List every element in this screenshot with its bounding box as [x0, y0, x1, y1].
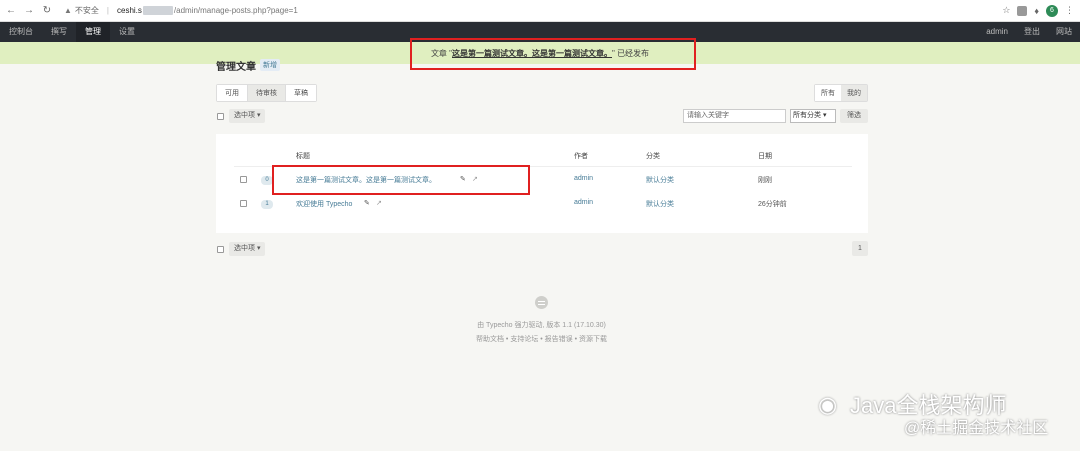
- filter-row: 可用 待审核 草稿 所有 我的: [216, 84, 868, 102]
- address-bar[interactable]: ▲ 不安全 | ceshi.s /admin/manage-posts.php?…: [64, 5, 298, 16]
- scope-tabs: 所有 我的: [814, 84, 868, 102]
- post-author-link[interactable]: admin: [574, 175, 593, 182]
- select-all-checkbox-bottom[interactable]: [217, 246, 224, 253]
- operations-row: 选中项 ▾ 请输入关键字 所有分类 ▾ 筛选: [216, 108, 868, 124]
- external-link-icon[interactable]: ↗: [376, 199, 382, 207]
- column-header-title: 标题: [296, 153, 310, 160]
- footer-links[interactable]: 帮助文档 • 支持论坛 • 报告错误 • 资源下载: [0, 334, 1080, 344]
- forward-icon[interactable]: →: [22, 4, 36, 18]
- url-separator: |: [106, 6, 109, 15]
- back-icon[interactable]: ←: [4, 4, 18, 18]
- user-link[interactable]: admin: [978, 22, 1016, 42]
- edit-pencil-icon[interactable]: ✎: [364, 199, 370, 207]
- category-select[interactable]: 所有分类 ▾: [790, 109, 836, 123]
- puzzle-icon[interactable]: ♦: [1034, 6, 1039, 16]
- page-number[interactable]: 1: [852, 241, 868, 256]
- new-post-button[interactable]: 新增: [260, 59, 280, 71]
- tab-draft[interactable]: 草稿: [286, 85, 316, 101]
- tab-all[interactable]: 所有: [815, 85, 841, 101]
- typecho-logo-icon: [535, 296, 548, 309]
- category-select-value: 所有分类: [793, 112, 821, 119]
- profile-avatar[interactable]: 6: [1046, 4, 1058, 17]
- star-icon[interactable]: ☆: [1002, 5, 1010, 16]
- menu-settings[interactable]: 设置: [110, 22, 144, 42]
- selected-actions-label: 选中项: [234, 112, 255, 119]
- tab-pending[interactable]: 待审核: [248, 85, 286, 101]
- row-checkbox[interactable]: [240, 176, 247, 183]
- wechat-icon: ◉: [818, 392, 838, 417]
- url-host: ceshi.s: [117, 6, 142, 15]
- tab-mine[interactable]: 我的: [841, 85, 867, 101]
- post-category-link[interactable]: 默认分类: [646, 199, 674, 209]
- extension-icon[interactable]: [1017, 5, 1028, 16]
- logout-link[interactable]: 登出: [1016, 22, 1048, 42]
- status-tabs: 可用 待审核 草稿: [216, 84, 317, 102]
- selected-actions-dropdown[interactable]: 选中项 ▾: [229, 109, 266, 123]
- search-input[interactable]: 请输入关键字: [683, 109, 786, 123]
- url-path: /admin/manage-posts.php?page=1: [173, 6, 298, 15]
- page-title: 管理文章: [216, 61, 256, 73]
- column-header-author: 作者: [574, 153, 588, 160]
- filter-button[interactable]: 筛选: [840, 109, 868, 123]
- row-highlight-box: [272, 165, 530, 195]
- bottom-operations-row: 选中项 ▾ 1: [216, 241, 868, 257]
- column-header-category: 分类: [646, 153, 660, 160]
- post-date: 26分钟前: [758, 201, 787, 208]
- selected-actions-label: 选中项: [234, 245, 255, 252]
- post-category-link[interactable]: 默认分类: [646, 175, 674, 185]
- main-content: 管理文章 新增 可用 待审核 草稿 所有 我的 选中项 ▾ 请输入关键字 所有分…: [216, 58, 868, 256]
- table-row[interactable]: 1 欢迎使用 Typecho ✎ ↗ admin 默认分类 26分钟前: [216, 194, 868, 216]
- tab-published[interactable]: 可用: [217, 85, 248, 101]
- post-date: 刚刚: [758, 177, 772, 184]
- reload-icon[interactable]: ↻: [40, 4, 54, 18]
- menu-dashboard[interactable]: 控制台: [0, 22, 42, 42]
- site-link[interactable]: 网站: [1048, 22, 1080, 42]
- menu-manage[interactable]: 管理: [76, 22, 110, 42]
- menu-icon[interactable]: ⋮: [1065, 5, 1074, 16]
- not-secure-label: 不安全: [74, 6, 99, 15]
- redacted-domain: [142, 6, 173, 15]
- footer-powered-by: 由 Typecho 强力驱动, 版本 1.1 (17.10.30): [477, 322, 606, 329]
- watermark-source: @稀土掘金技术社区: [904, 420, 1049, 437]
- select-all-checkbox[interactable]: [217, 113, 224, 120]
- warning-icon: ▲: [64, 6, 72, 15]
- post-title-link[interactable]: 欢迎使用 Typecho: [296, 199, 352, 209]
- row-checkbox[interactable]: [240, 200, 247, 207]
- selected-actions-dropdown-bottom[interactable]: 选中项 ▾: [229, 242, 266, 256]
- comment-count-badge[interactable]: 1: [261, 200, 273, 209]
- menu-write[interactable]: 撰写: [42, 22, 76, 42]
- column-header-date: 日期: [758, 153, 772, 160]
- post-author-link[interactable]: admin: [574, 199, 593, 206]
- browser-toolbar: ← → ↻ ▲ 不安全 | ceshi.s /admin/manage-post…: [0, 0, 1080, 22]
